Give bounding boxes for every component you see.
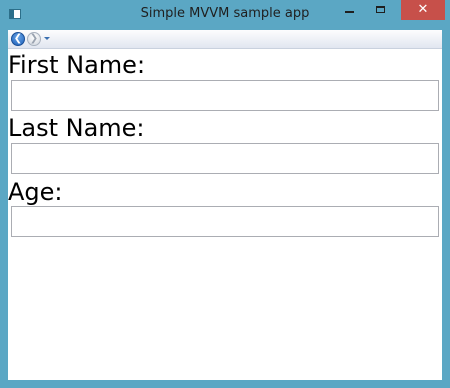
last-name-label: Last Name: [8, 114, 145, 142]
minimize-icon [345, 11, 354, 13]
last-name-field[interactable] [11, 143, 439, 174]
title-bar[interactable]: Simple MVVM sample app ✕ [0, 0, 450, 30]
app-window: Simple MVVM sample app ✕ ❮ ❯ First Name:… [0, 0, 450, 388]
forward-button[interactable]: ❯ [27, 32, 41, 46]
history-dropdown-icon[interactable] [44, 37, 50, 40]
close-button[interactable]: ✕ [401, 0, 445, 20]
minimize-button[interactable] [336, 0, 362, 20]
back-button[interactable]: ❮ [11, 32, 25, 46]
navigation-bar: ❮ ❯ [8, 30, 442, 49]
forward-arrow-icon: ❯ [29, 33, 39, 44]
maximize-button[interactable] [367, 0, 394, 20]
first-name-field[interactable] [11, 80, 439, 111]
first-name-label: First Name: [8, 51, 146, 79]
client-area: ❮ ❯ First Name: Last Name: Age: [8, 30, 442, 380]
close-icon: ✕ [417, 2, 429, 17]
maximize-icon [376, 6, 385, 13]
back-arrow-icon: ❮ [13, 33, 23, 44]
age-field[interactable] [11, 206, 439, 237]
age-label: Age: [8, 178, 63, 206]
